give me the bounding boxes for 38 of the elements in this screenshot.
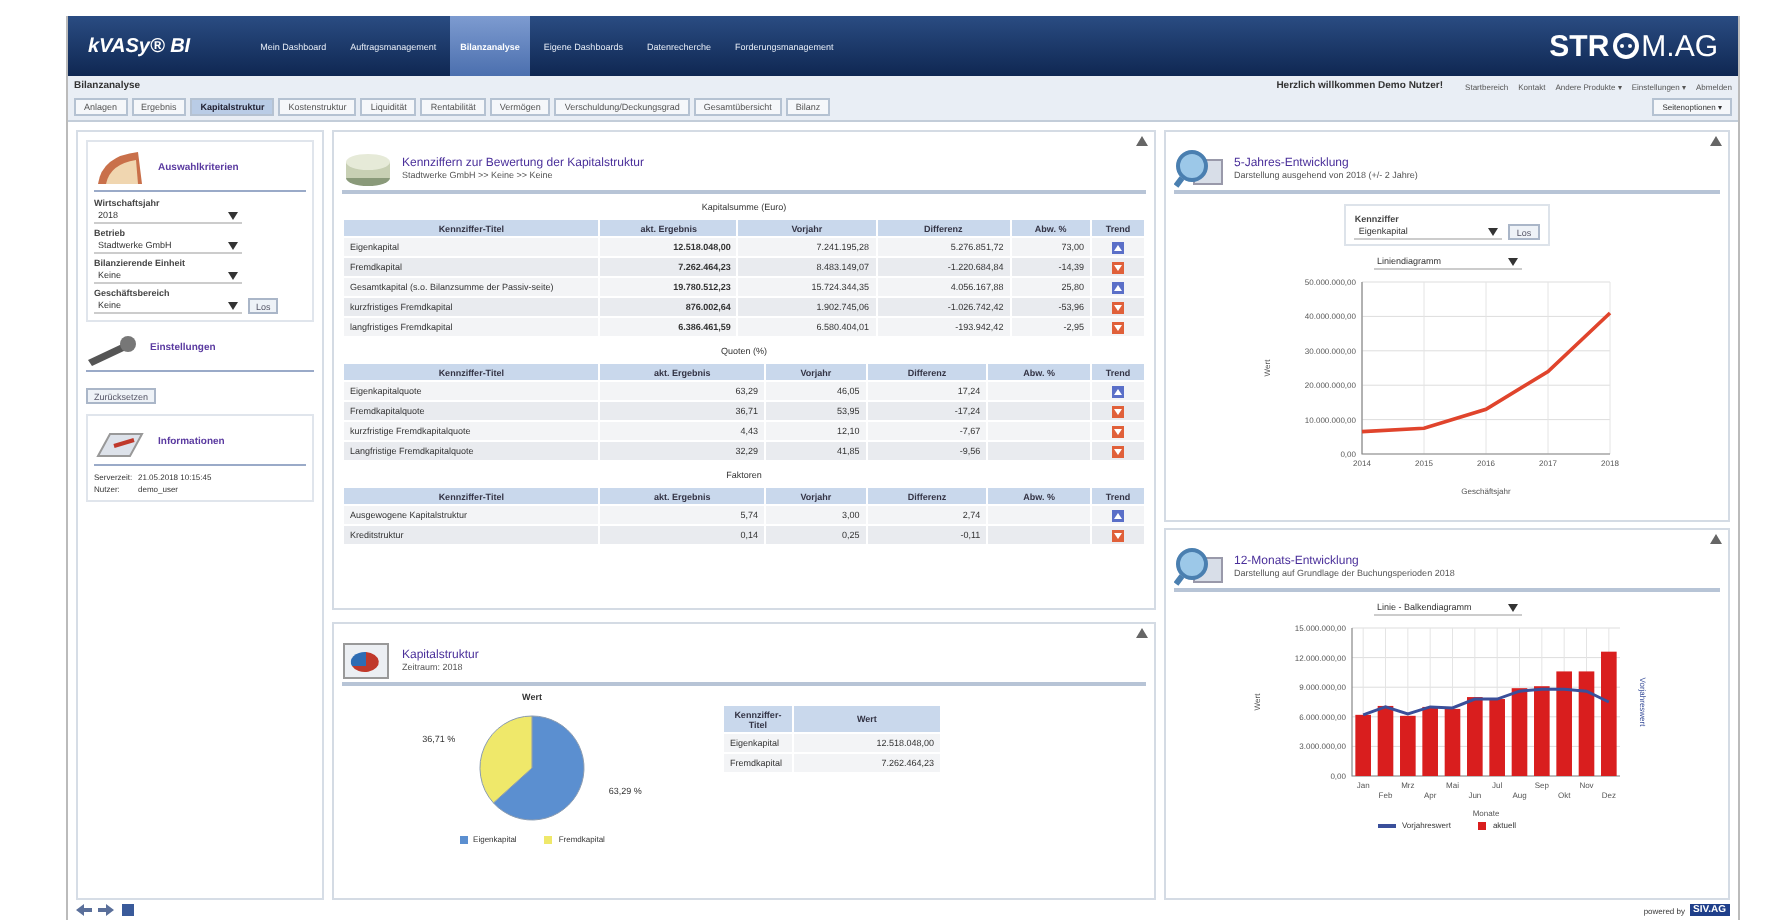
arrow-left-icon[interactable] — [76, 904, 92, 916]
pie-chart-icon — [342, 640, 394, 680]
square-icon[interactable] — [120, 904, 136, 916]
bar — [1577, 671, 1594, 776]
arrow-right-icon[interactable] — [98, 904, 114, 916]
wedge-icon — [94, 148, 146, 188]
caret-icon — [228, 241, 238, 249]
plug-icon — [1611, 32, 1640, 60]
bar — [1399, 715, 1415, 776]
coins-icon — [342, 148, 394, 188]
bar — [1421, 706, 1437, 776]
bar — [1376, 705, 1393, 776]
caret-icon — [228, 271, 238, 279]
caret-icon — [1488, 227, 1499, 235]
caret-icon — [228, 211, 238, 219]
legend-swatch — [1478, 821, 1487, 829]
collapse-icon — [1710, 534, 1722, 544]
collapse-icon — [1136, 628, 1148, 638]
bar — [1443, 708, 1460, 776]
caret-icon — [1507, 603, 1517, 611]
collapse-icon — [1136, 136, 1148, 146]
bar — [1488, 699, 1504, 776]
bar — [1354, 714, 1370, 776]
caret-icon — [1507, 257, 1517, 265]
bar — [1510, 688, 1527, 776]
magnifier-icon — [1174, 546, 1226, 586]
bar — [1466, 697, 1482, 776]
bar — [1600, 651, 1616, 776]
bar — [1533, 686, 1549, 776]
app-logo: kVASy® BI — [88, 35, 191, 57]
caret-icon — [228, 301, 238, 309]
legend-swatch — [544, 835, 553, 843]
magnifier-icon — [1174, 148, 1226, 188]
brand-name: M.AG — [1641, 29, 1718, 63]
legend-swatch — [459, 835, 468, 843]
collapse-icon — [1710, 136, 1722, 146]
bar — [1555, 671, 1571, 776]
brand-name: STR — [1549, 29, 1610, 63]
